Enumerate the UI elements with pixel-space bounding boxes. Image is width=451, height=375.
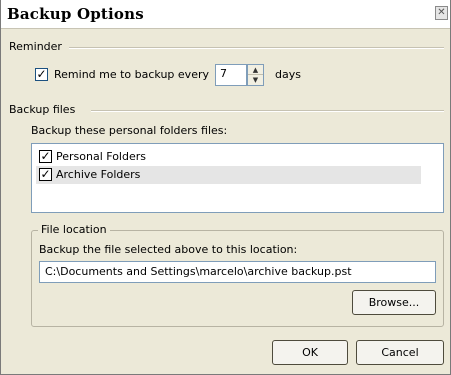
list-item-archive-folders[interactable]: ✓ Archive Folders [36, 166, 421, 184]
folders-list-label: Backup these personal folders files: [31, 124, 228, 137]
reminder-interval-stepper: ▲ ▼ [247, 64, 264, 86]
reminder-interval-input[interactable]: 7 [215, 64, 247, 86]
dialog-title: Backup Options [7, 5, 144, 23]
reminder-group-label: Reminder [9, 40, 66, 53]
backup-path-input[interactable]: C:\Documents and Settings\marcelo\archiv… [39, 261, 436, 283]
backup-files-group-label: Backup files [9, 103, 80, 116]
title-bar[interactable]: Backup Options ✕ [1, 0, 450, 29]
check-icon: ✓ [40, 167, 51, 181]
check-icon: ✓ [36, 67, 47, 81]
backup-options-dialog: Backup Options ✕ Reminder ✓ Remind me to… [0, 0, 451, 375]
close-icon[interactable]: ✕ [435, 6, 448, 20]
browse-button[interactable]: Browse... [352, 290, 436, 315]
personal-folders-list[interactable]: ✓ Personal Folders ✓ Archive Folders [31, 143, 444, 213]
archive-folders-checkbox[interactable]: ✓ [39, 167, 52, 181]
remind-checkbox[interactable]: ✓ [35, 67, 48, 81]
list-item-personal-folders[interactable]: ✓ Personal Folders [36, 148, 421, 166]
chevron-down-icon[interactable]: ▼ [248, 75, 263, 85]
reminder-group-header: Reminder [9, 40, 444, 54]
remind-checkbox-label: Remind me to backup every [54, 68, 209, 81]
file-location-description: Backup the file selected above to this l… [39, 243, 298, 256]
backup-files-divider [91, 110, 444, 112]
ok-button[interactable]: OK [272, 340, 348, 365]
list-item-label: Personal Folders [56, 150, 146, 163]
file-location-legend: File location [38, 223, 110, 236]
cancel-button[interactable]: Cancel [356, 340, 444, 365]
list-item-label: Archive Folders [56, 168, 141, 181]
chevron-up-icon[interactable]: ▲ [248, 65, 263, 75]
interval-unit-label: days [275, 68, 301, 81]
personal-folders-checkbox[interactable]: ✓ [39, 149, 52, 163]
reminder-divider [69, 47, 444, 49]
check-icon: ✓ [40, 149, 51, 163]
backup-files-group-header: Backup files [9, 103, 444, 117]
